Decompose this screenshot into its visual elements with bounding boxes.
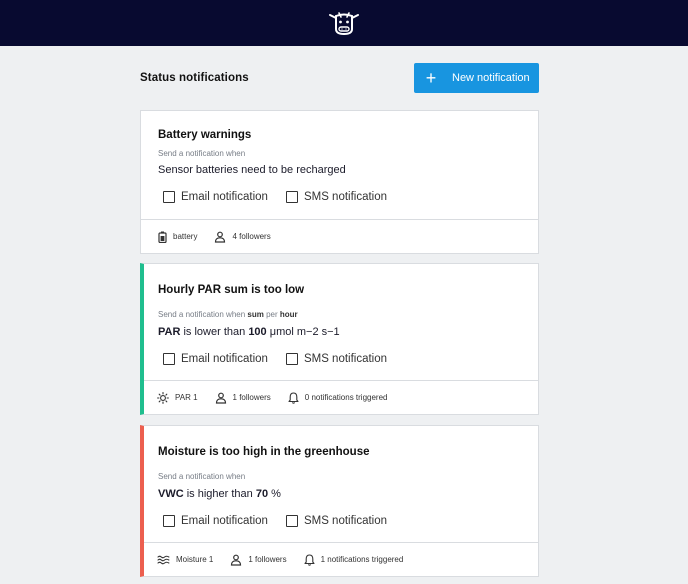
notification-card-moisture[interactable]: Moisture is too high in the greenhouse S… [140, 425, 539, 577]
top-bar [0, 0, 688, 46]
sub-aggregation: sum [247, 310, 264, 319]
triggered-label: 0 notifications triggered [304, 393, 388, 402]
sensor-name: battery [173, 232, 198, 241]
battery-icon [158, 231, 167, 243]
new-notification-label: New notification [452, 72, 530, 84]
sms-notification-checkbox[interactable]: SMS notification [285, 353, 388, 365]
notification-card-par[interactable]: Hourly PAR sum is too low Send a notific… [140, 263, 539, 415]
page-title: Status notifications [140, 72, 249, 84]
email-notification-checkbox[interactable]: Email notification [163, 353, 268, 365]
sub-per: per [266, 310, 278, 319]
sun-icon [157, 391, 169, 404]
email-notification-checkbox[interactable]: Email notification [163, 515, 268, 527]
user-icon [215, 231, 226, 243]
notification-card-battery[interactable]: Battery warnings Send a notification whe… [140, 110, 539, 254]
checkbox-icon[interactable] [285, 353, 298, 365]
sensor-name: Moisture 1 [176, 555, 214, 564]
cond-metric: VWC [158, 488, 184, 500]
cond-unit: % [271, 488, 281, 500]
cow-logo-icon[interactable] [326, 9, 362, 37]
new-notification-button[interactable]: + New notification [414, 63, 539, 93]
card-footer: PAR 1 1 followers 0 notifications trigge… [144, 380, 538, 414]
sensor-name: PAR 1 [175, 393, 198, 402]
sensor-tag: PAR 1 [157, 391, 198, 404]
user-icon [231, 554, 242, 566]
card-title: Battery warnings [158, 129, 252, 141]
triggered-count: 0 notifications triggered [288, 391, 388, 404]
checkbox-icon[interactable] [163, 515, 175, 527]
cond-unit: μmol m−2 s−1 [269, 326, 340, 338]
sms-label: SMS notification [303, 191, 388, 203]
sms-notification-checkbox[interactable]: SMS notification [285, 191, 388, 203]
sms-notification-checkbox[interactable]: SMS notification [285, 515, 388, 527]
email-label: Email notification [181, 353, 268, 365]
cond-metric: PAR [158, 326, 181, 338]
checkbox-icon[interactable] [285, 191, 298, 203]
followers-count[interactable]: 1 followers [215, 392, 271, 404]
channel-options: Email notification SMS notification [163, 353, 405, 365]
email-label: Email notification [181, 515, 268, 527]
card-condition: Sensor batteries need to be recharged [158, 164, 346, 176]
checkbox-icon[interactable] [163, 353, 175, 365]
card-title: Moisture is too high in the greenhouse [158, 446, 370, 458]
channel-options: Email notification SMS notification [163, 191, 405, 203]
waves-icon [157, 555, 170, 564]
cond-operator: is higher than [186, 488, 253, 500]
checkbox-icon[interactable] [285, 515, 298, 527]
followers-label: 1 followers [248, 555, 287, 564]
card-subtitle: Send a notification when [158, 149, 246, 158]
card-footer: Moisture 1 1 followers 1 notifications t… [144, 542, 538, 576]
bell-icon [304, 553, 315, 566]
cond-value: 70 [255, 488, 269, 500]
sub-period: hour [279, 310, 298, 319]
sub-prefix: Send a notification when [158, 310, 246, 319]
sensor-tag: battery [158, 231, 197, 243]
sensor-tag: Moisture 1 [157, 554, 213, 566]
checkbox-icon[interactable] [163, 191, 175, 203]
followers-label: 1 followers [232, 393, 271, 402]
card-footer: battery 4 followers [141, 219, 538, 253]
card-title: Hourly PAR sum is too low [158, 284, 305, 296]
sms-label: SMS notification [303, 515, 388, 527]
card-condition: PAR is lower than 100 μmol m−2 s−1 [158, 326, 340, 338]
sms-label: SMS notification [303, 353, 388, 365]
triggered-count: 1 notifications triggered [304, 553, 404, 566]
followers-count[interactable]: 1 followers [230, 554, 287, 566]
bell-icon [288, 391, 299, 404]
user-icon [215, 392, 226, 404]
email-label: Email notification [181, 191, 268, 203]
channel-options: Email notification SMS notification [163, 515, 405, 527]
followers-label: 4 followers [232, 232, 271, 241]
cond-value: 100 [248, 326, 267, 338]
notifications-header: Status notifications + New notification [140, 63, 539, 93]
email-notification-checkbox[interactable]: Email notification [163, 191, 268, 203]
card-subtitle: Send a notification when sum per hour [158, 310, 298, 319]
card-condition: VWC is higher than 70 % [158, 488, 281, 500]
triggered-label: 1 notifications triggered [320, 555, 404, 564]
plus-icon: + [425, 68, 437, 88]
followers-count[interactable]: 4 followers [214, 231, 271, 243]
cond-operator: is lower than [183, 326, 246, 338]
card-subtitle: Send a notification when [158, 472, 246, 481]
